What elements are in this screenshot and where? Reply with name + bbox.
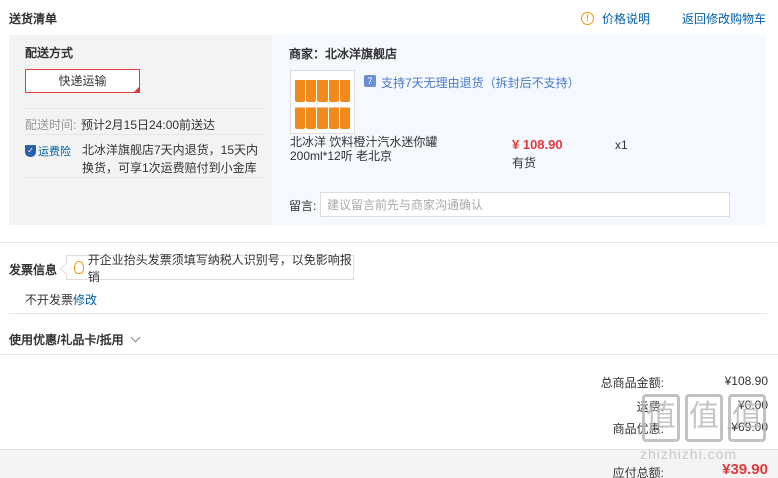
- merchant-name: 商家：北冰洋旗舰店: [289, 47, 398, 61]
- subtotal-label: 总商品金额:: [600, 376, 664, 390]
- watermark: 值 值 值 zhizhizhi.com: [640, 394, 770, 470]
- message-input[interactable]: [320, 192, 730, 217]
- shipping-insurance[interactable]: ✓ 运费险: [25, 143, 71, 159]
- divider: [0, 242, 778, 243]
- product-quantity: x1: [615, 138, 628, 152]
- insurance-description: 北冰洋旗舰店7天内退货，15天内换货，可享1次运费赔付到小金库: [82, 143, 259, 175]
- can-icon: [339, 102, 350, 129]
- express-shipping-button[interactable]: 快递运输: [25, 69, 140, 93]
- shipping-method-title: 配送方式: [25, 46, 74, 60]
- watermark-glyph: 值: [642, 394, 680, 442]
- lightbulb-icon: [74, 261, 84, 274]
- price-note-link[interactable]: 价格说明: [602, 10, 650, 27]
- divider: [9, 313, 767, 314]
- product-image[interactable]: [290, 70, 355, 134]
- can-icon: [306, 75, 317, 102]
- coupon-toggle[interactable]: 使用优惠/礼品卡/抵用: [9, 331, 141, 348]
- invoice-title: 发票信息: [9, 263, 58, 277]
- invoice-tip-text: 开企业抬头发票须填写纳税人识别号，以免影响报销: [87, 252, 352, 284]
- can-icon: [306, 102, 317, 129]
- product-name[interactable]: 北冰洋 饮料橙汁汽水迷你罐200ml*12听 老北京: [290, 135, 485, 163]
- can-icon: [295, 102, 306, 129]
- delivery-time-label: 配送时间:: [25, 118, 77, 132]
- can-icon: [295, 75, 306, 102]
- message-label: 留言:: [289, 199, 317, 213]
- page-title: 送货清单: [9, 12, 58, 26]
- invoice-value: 不开发票: [25, 293, 74, 307]
- divider: [25, 108, 265, 109]
- can-icon: [317, 75, 328, 102]
- chevron-down-icon: [130, 332, 141, 343]
- divider: [25, 134, 265, 135]
- back-to-cart-link[interactable]: 返回修改购物车: [682, 10, 766, 27]
- return-badge-icon: 7: [364, 75, 376, 87]
- can-icon: [317, 102, 328, 129]
- invoice-tip: 开企业抬头发票须填写纳税人识别号，以免影响报销: [66, 253, 354, 284]
- shield-icon: ✓: [25, 145, 36, 157]
- watermark-glyph: 值: [685, 394, 723, 442]
- return-policy: 支持7天无理由退货（拆封后不支持）: [381, 76, 580, 90]
- can-icon: [328, 75, 339, 102]
- product-price: ¥ 108.90: [512, 137, 563, 152]
- watermark-glyph: 值: [728, 394, 766, 442]
- info-icon: !: [580, 12, 594, 25]
- divider: [25, 177, 265, 178]
- subtotal-value: ¥108.90: [724, 374, 768, 388]
- header-links: ! 价格说明 返回修改购物车: [580, 10, 766, 27]
- can-icon: [328, 102, 339, 129]
- insurance-label: 运费险: [38, 146, 71, 158]
- coupon-label: 使用优惠/礼品卡/抵用: [9, 333, 124, 347]
- divider: [0, 354, 778, 355]
- invoice-edit-link[interactable]: 修改: [73, 291, 97, 308]
- can-icon: [339, 75, 350, 102]
- watermark-text: zhizhizhi.com: [640, 446, 738, 462]
- delivery-time-value: 预计2月15日24:00前送达: [81, 118, 216, 132]
- stock-status: 有货: [512, 156, 537, 170]
